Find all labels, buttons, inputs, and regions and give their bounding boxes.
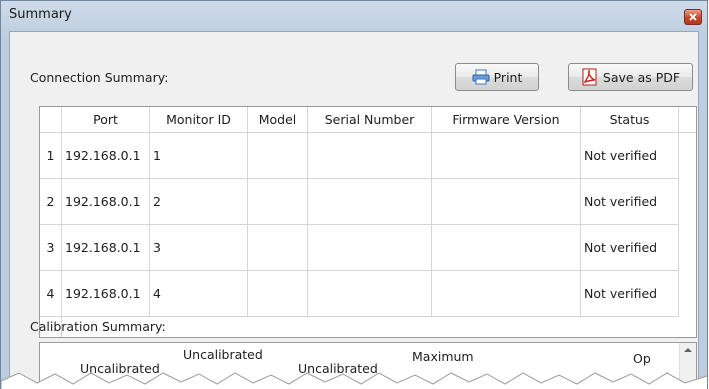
row-number[interactable]: 2 — [40, 179, 62, 225]
header-corner — [40, 107, 62, 133]
cell-firmware-version[interactable] — [432, 179, 581, 225]
cell-monitor-id[interactable]: 1 — [150, 133, 248, 179]
pdf-label: Save as PDF — [602, 69, 681, 85]
header-serial-number[interactable]: Serial Number — [308, 107, 432, 133]
row-number[interactable]: 3 — [40, 225, 62, 271]
cell-port[interactable]: 192.168.0.1 — [62, 225, 150, 271]
close-button[interactable] — [684, 9, 702, 25]
cell-port[interactable]: 192.168.0.1 — [62, 271, 150, 317]
client-area: Connection Summary: Print Save as PDF Po… — [9, 31, 699, 389]
calibration-header[interactable]: Op — [633, 351, 651, 366]
cell-port[interactable]: 192.168.0.1 — [62, 179, 150, 225]
cell-monitor-id[interactable]: 4 — [150, 271, 248, 317]
header-monitor-id[interactable]: Monitor ID — [150, 107, 248, 133]
calibration-header[interactable]: Uncalibrated — [183, 347, 263, 362]
printer-icon — [472, 69, 490, 85]
pdf-icon — [582, 68, 597, 86]
cell-status[interactable]: Not verified — [581, 271, 679, 317]
cell-port[interactable]: 192.168.0.1 — [62, 133, 150, 179]
header-status[interactable]: Status — [581, 107, 679, 133]
cell-firmware-version[interactable] — [432, 133, 581, 179]
connection-table: Port Monitor ID Model Serial Number Firm… — [39, 106, 697, 338]
cell-serial-number[interactable] — [308, 133, 432, 179]
print-button[interactable]: Print — [455, 63, 539, 91]
cell-monitor-id[interactable]: 3 — [150, 225, 248, 271]
cell-monitor-id[interactable]: 2 — [150, 179, 248, 225]
save-as-pdf-button[interactable]: Save as PDF — [568, 63, 693, 91]
cell-serial-number[interactable] — [308, 179, 432, 225]
torn-edge-decoration — [1, 372, 707, 389]
cell-firmware-version[interactable] — [432, 225, 581, 271]
cell-firmware-version[interactable] — [432, 271, 581, 317]
cell-status[interactable]: Not verified — [581, 179, 679, 225]
summary-window: Summary Connection Summary: Print Save a… — [0, 0, 708, 389]
header-firmware-version[interactable]: Firmware Version — [432, 107, 581, 133]
title-bar[interactable]: Summary — [1, 1, 707, 31]
cell-model[interactable] — [248, 271, 308, 317]
cell-serial-number[interactable] — [308, 271, 432, 317]
header-model[interactable]: Model — [248, 107, 308, 133]
header-port[interactable]: Port — [62, 107, 150, 133]
print-label: Print — [493, 69, 523, 85]
calibration-header[interactable]: Maximum — [412, 349, 474, 364]
row-number[interactable]: 4 — [40, 271, 62, 317]
cell-status[interactable]: Not verified — [581, 225, 679, 271]
close-icon — [689, 13, 697, 21]
scroll-up-icon[interactable] — [680, 343, 696, 357]
window-title: Summary — [9, 7, 72, 22]
cell-model[interactable] — [248, 179, 308, 225]
cell-model[interactable] — [248, 133, 308, 179]
calibration-summary-label: Calibration Summary: — [30, 319, 166, 334]
cell-model[interactable] — [248, 225, 308, 271]
row-number[interactable]: 1 — [40, 133, 62, 179]
header-filler — [679, 107, 696, 133]
connection-summary-label: Connection Summary: — [30, 70, 169, 85]
cell-status[interactable]: Not verified — [581, 133, 679, 179]
cell-serial-number[interactable] — [308, 225, 432, 271]
